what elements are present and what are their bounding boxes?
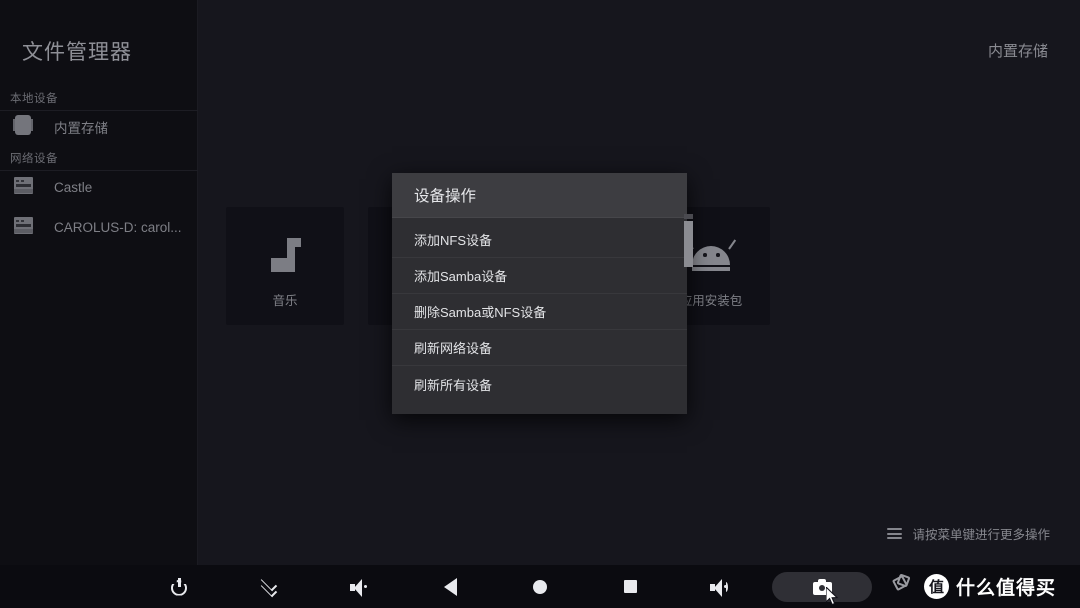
tile-music[interactable]: 音乐 [226, 207, 344, 325]
volume-down-icon [349, 578, 371, 597]
mouse-cursor [826, 586, 839, 605]
home-circle-icon [533, 579, 547, 594]
music-note-icon [259, 236, 311, 282]
sidebar: 文件管理器 本地设备 内置存储 网络设备 Castle CAROLUS-D: c… [0, 0, 198, 565]
server-icon [12, 174, 38, 200]
screen-root: 文件管理器 本地设备 内置存储 网络设备 Castle CAROLUS-D: c… [0, 0, 1080, 608]
hamburger-menu-icon [886, 525, 903, 542]
double-chevron-down-icon [259, 574, 281, 597]
server-icon [12, 214, 38, 240]
nav-volume-up-button[interactable] [688, 565, 752, 608]
nav-recents-button[interactable] [598, 565, 662, 608]
nav-power-button[interactable] [148, 565, 212, 608]
sidebar-item-label: Castle [54, 179, 93, 195]
device-actions-dialog: 设备操作 添加NFS设备 添加Samba设备 删除Samba或NFS设备 刷新网… [392, 173, 693, 414]
menu-item-delete-samba-nfs[interactable]: 删除Samba或NFS设备 [392, 294, 687, 330]
dialog-title: 设备操作 [414, 188, 477, 205]
back-triangle-icon [443, 577, 457, 596]
tile-label: 音乐 [272, 294, 298, 308]
scrollbar-track [684, 214, 693, 219]
sidebar-item-internal-storage[interactable]: 内置存储 [0, 107, 198, 147]
sidebar-item-castle[interactable]: Castle [0, 167, 198, 207]
current-storage-label: 内置存储 [987, 43, 1048, 60]
scrollbar-thumb[interactable] [684, 221, 693, 267]
watermark-badge: 值 [924, 574, 949, 599]
nav-rotate-button[interactable] [891, 572, 918, 599]
nav-home-button[interactable] [508, 565, 572, 608]
page-title: 文件管理器 [22, 41, 132, 64]
power-icon [171, 577, 189, 596]
nav-collapse-button[interactable] [238, 565, 302, 608]
nav-back-button[interactable] [418, 565, 482, 608]
watermark-text: 什么值得买 [956, 578, 1057, 599]
menu-item-refresh-network[interactable]: 刷新网络设备 [392, 330, 687, 366]
sidebar-item-label: CAROLUS-D: carol... [54, 219, 182, 235]
menu-item-add-samba[interactable]: 添加Samba设备 [392, 258, 687, 294]
sidebar-section-network-label: 网络设备 [10, 153, 58, 165]
app-content-area: 文件管理器 本地设备 内置存储 网络设备 Castle CAROLUS-D: c… [0, 0, 1080, 565]
menu-item-add-nfs[interactable]: 添加NFS设备 [392, 222, 687, 258]
footer-hint-text: 请按菜单键进行更多操作 [912, 528, 1050, 542]
sidebar-item-label: 内置存储 [54, 121, 108, 136]
sidebar-section-local-label: 本地设备 [10, 93, 58, 105]
sidebar-item-carolus[interactable]: CAROLUS-D: carol... [0, 207, 198, 247]
dialog-header: 设备操作 [392, 173, 687, 218]
menu-item-refresh-all[interactable]: 刷新所有设备 [392, 366, 687, 402]
nav-volume-down-button[interactable] [328, 565, 392, 608]
footer-hint: 请按菜单键进行更多操作 [886, 524, 1050, 543]
system-navigation-bar: 值 什么值得买 [0, 565, 1080, 608]
volume-up-icon [709, 578, 731, 597]
storage-icon [12, 114, 38, 140]
nav-screenshot-button[interactable] [772, 571, 872, 605]
dialog-menu-list: 添加NFS设备 添加Samba设备 删除Samba或NFS设备 刷新网络设备 刷… [392, 218, 687, 414]
watermark: 值 什么值得买 [924, 573, 1056, 600]
recents-square-icon [623, 580, 637, 593]
